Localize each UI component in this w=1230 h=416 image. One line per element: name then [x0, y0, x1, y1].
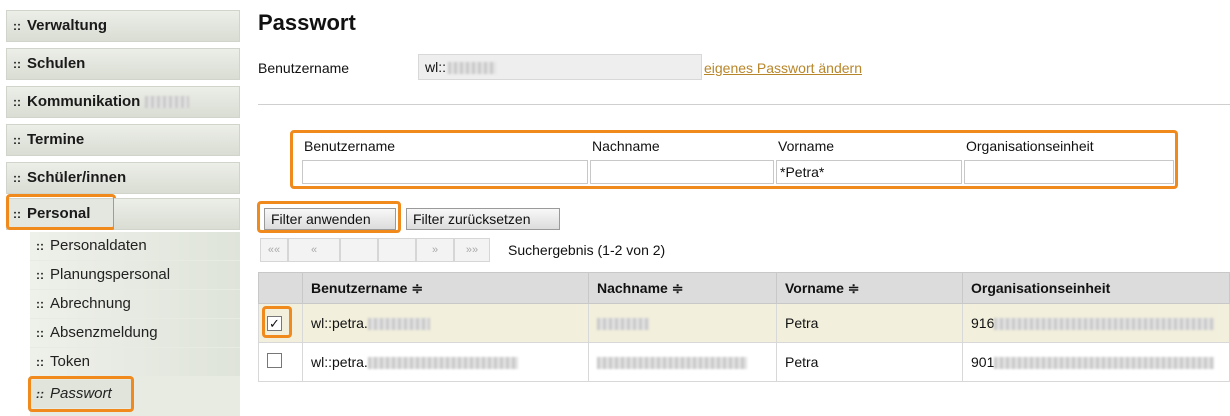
pager-last[interactable]: »» [454, 238, 490, 262]
nav-item-verwaltung[interactable]: :: Verwaltung [6, 10, 240, 42]
subnav-label: Personaldaten [50, 237, 147, 254]
table-row[interactable]: ✓ wl::petra. Petra 916 [258, 303, 1230, 343]
main-content: Passwort Benutzername wl:: eigenes Passw… [257, 0, 1230, 416]
row-checkbox[interactable] [267, 353, 282, 368]
nav-item-termine[interactable]: :: Termine [6, 124, 240, 156]
cell-username: wl::petra. [302, 303, 589, 343]
pager-prev[interactable]: « [288, 238, 340, 262]
results-table: Benutzername ≑ Nachname ≑ Vorname ≑ Orga… [258, 272, 1230, 382]
highlight-apply [257, 201, 401, 233]
nav-item-label: Schüler/innen [27, 169, 127, 186]
cell-org: 916 [962, 303, 1230, 343]
highlight-filter [290, 130, 1178, 189]
pager-blank-2 [378, 238, 416, 262]
filter-reset-button[interactable]: Filter zurücksetzen [406, 208, 560, 230]
row-select-cell[interactable] [258, 342, 303, 382]
cell-lastname [588, 342, 777, 382]
username-label: Benutzername [258, 60, 350, 76]
redacted-text [597, 318, 649, 331]
subnav-label: Token [50, 353, 91, 370]
nav-item-label: Schulen [27, 55, 86, 72]
subnav-item-personaldaten[interactable]: :: Personaldaten [30, 232, 240, 260]
grip-icon: :: [36, 239, 44, 253]
subnav-item-absenzmeldung[interactable]: :: Absenzmeldung [30, 319, 240, 347]
table-row[interactable]: wl::petra. Petra 901 [258, 342, 1230, 382]
highlight-personal [6, 194, 116, 230]
change-password-link[interactable]: eigenes Passwort ändern [704, 60, 862, 76]
subnav-item-planungspersonal[interactable]: :: Planungspersonal [30, 261, 240, 289]
grip-icon: :: [36, 297, 44, 311]
header-org: Organisationseinheit [962, 272, 1230, 304]
subnav-label: Abrechnung [50, 295, 131, 312]
cell-lastname [588, 303, 777, 343]
grip-icon: :: [13, 171, 21, 185]
grip-icon: :: [36, 355, 44, 369]
grip-icon: :: [36, 268, 44, 282]
cell-firstname: Petra [776, 342, 963, 382]
redacted-text [994, 318, 1215, 331]
subnav-item-abrechnung[interactable]: :: Abrechnung [30, 290, 240, 318]
subnav-label: Absenzmeldung [50, 324, 158, 341]
subnav-label: Planungspersonal [50, 266, 171, 283]
nav-item-kommunikation[interactable]: :: Kommunikation [6, 86, 240, 118]
nav-item-personal-bar [114, 198, 240, 230]
nav-item-label: Termine [27, 131, 85, 148]
username-field: wl:: [418, 54, 702, 80]
grip-icon: :: [13, 95, 21, 109]
redacted-badge [144, 96, 189, 109]
page-title: Passwort [258, 10, 356, 35]
pager-first[interactable]: «« [260, 238, 288, 262]
cell-text: 916 [971, 315, 995, 331]
highlight-passwort [28, 376, 134, 412]
header-lastname[interactable]: Nachname ≑ [588, 272, 777, 304]
divider [258, 104, 1230, 105]
row-select-cell[interactable]: ✓ [258, 303, 303, 343]
cell-text: wl::petra. [311, 354, 368, 370]
cell-firstname: Petra [776, 303, 963, 343]
pager-blank-1 [340, 238, 378, 262]
redacted-text [367, 357, 518, 370]
redacted-text [994, 357, 1215, 370]
highlight-checkbox [262, 306, 292, 338]
sidebar: :: Verwaltung :: Schulen :: Kommunikation :… [0, 0, 244, 416]
redacted-text [597, 357, 747, 370]
search-result-count: Suchergebnis (1-2 von 2) [508, 242, 666, 258]
header-select [258, 272, 303, 304]
cell-text: wl::petra. [311, 315, 368, 331]
nav-item-schueler[interactable]: :: Schüler/innen [6, 162, 240, 194]
pager-next[interactable]: » [416, 238, 454, 262]
header-username[interactable]: Benutzername ≑ [302, 272, 589, 304]
subnav-item-token[interactable]: :: Token [30, 348, 240, 376]
grip-icon: :: [13, 19, 21, 33]
cell-username: wl::petra. [302, 342, 589, 382]
header-firstname[interactable]: Vorname ≑ [776, 272, 963, 304]
redacted-text [367, 318, 430, 331]
redacted-text [448, 62, 496, 75]
cell-text: 901 [971, 354, 995, 370]
nav-item-label: Kommunikation [27, 93, 141, 110]
grip-icon: :: [13, 57, 21, 71]
grip-icon: :: [13, 133, 21, 147]
cell-org: 901 [962, 342, 1230, 382]
nav-item-label: Verwaltung [27, 17, 108, 34]
table-header: Benutzername ≑ Nachname ≑ Vorname ≑ Orga… [258, 272, 1230, 304]
username-value: wl:: [425, 59, 446, 75]
nav-item-schulen[interactable]: :: Schulen [6, 48, 240, 80]
grip-icon: :: [36, 326, 44, 340]
